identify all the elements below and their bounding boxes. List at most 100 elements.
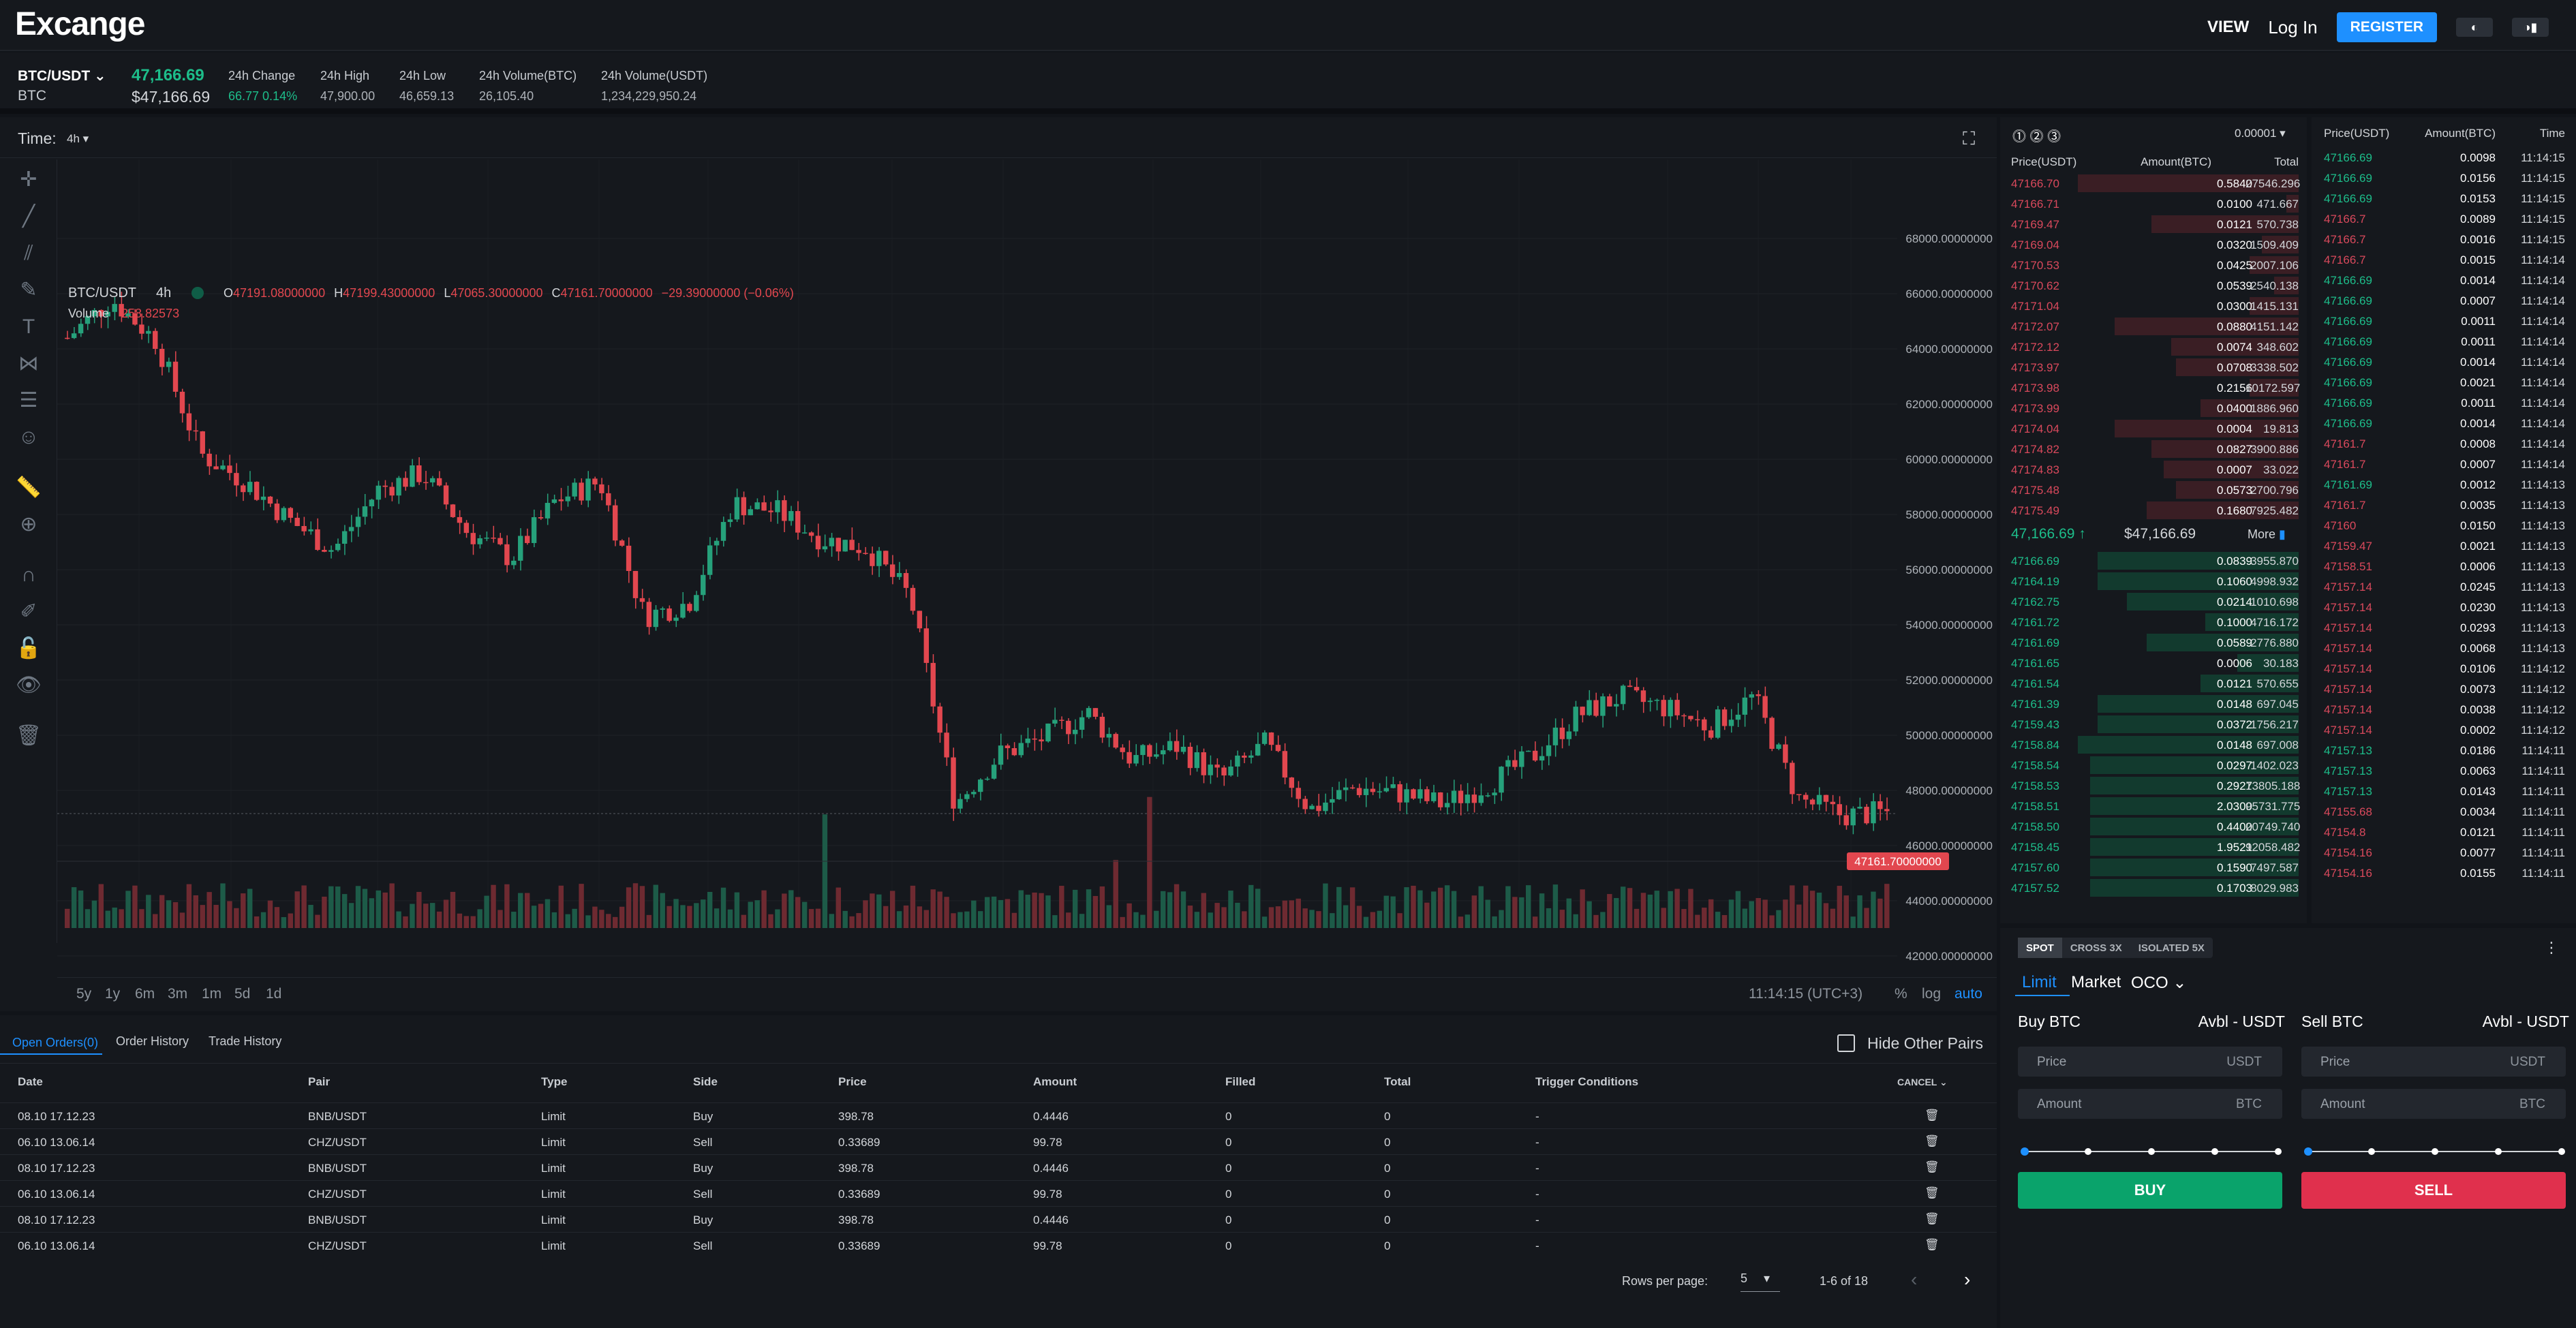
bid-row[interactable]: 47157.52 0.1703 8029.983: [2000, 878, 2307, 898]
range-3m[interactable]: 3m: [168, 986, 187, 1002]
sell-amount-input[interactable]: Amount BTC: [2301, 1089, 2566, 1119]
range-1y[interactable]: 1y: [105, 986, 120, 1002]
ask-row[interactable]: 47166.71 0.0100 471.667: [2000, 194, 2307, 214]
tab-spot[interactable]: SPOT: [2018, 938, 2062, 958]
rows-per-page-select[interactable]: 5 ▾: [1741, 1271, 1780, 1292]
ask-row[interactable]: 47174.82 0.0827 3900.886: [2000, 439, 2307, 459]
toggle-icon[interactable]: ◑▮: [2512, 18, 2549, 37]
pattern-icon[interactable]: ⋈: [15, 350, 42, 377]
eye-icon[interactable]: 👁: [15, 672, 42, 699]
bid-row[interactable]: 47157.60 0.1590 7497.587: [2000, 857, 2307, 878]
percent-toggle[interactable]: %: [1895, 986, 1907, 1002]
buy-button[interactable]: BUY: [2018, 1172, 2282, 1209]
range-6m[interactable]: 6m: [135, 986, 155, 1002]
hide-pairs-checkbox[interactable]: [1837, 1034, 1855, 1052]
pitchfork-icon[interactable]: ⫽: [15, 240, 42, 267]
bid-row[interactable]: 47158.50 0.4400 20749.740: [2000, 816, 2307, 837]
prev-page-icon[interactable]: ‹: [1911, 1269, 1917, 1291]
ask-row[interactable]: 47175.48 0.0573 2700.796: [2000, 480, 2307, 500]
tab-order-history[interactable]: Order History: [116, 1034, 189, 1049]
more-vert-icon[interactable]: ⋮: [2544, 939, 2559, 957]
trash-icon[interactable]: 🗑: [1925, 1238, 1939, 1252]
sell-slider[interactable]: [2304, 1147, 2566, 1156]
buy-amount-input[interactable]: Amount BTC: [2018, 1089, 2282, 1119]
ask-row[interactable]: 47169.04 0.0320 1509.409: [2000, 234, 2307, 255]
view-menu[interactable]: VIEW: [2207, 18, 2249, 37]
bid-row[interactable]: 47158.51 2.0300 95731.775: [2000, 796, 2307, 816]
more-button[interactable]: More ▮: [2248, 527, 2286, 542]
trash-icon[interactable]: 🗑: [15, 722, 42, 750]
bid-row[interactable]: 47164.19 0.1060 4998.932: [2000, 571, 2307, 591]
emoji-icon[interactable]: ☺: [15, 424, 42, 451]
ask-row[interactable]: 47175.49 0.1680 7925.482: [2000, 500, 2307, 521]
trash-icon[interactable]: 🗑: [1925, 1134, 1939, 1148]
trash-icon[interactable]: 🗑: [1925, 1212, 1939, 1226]
crosshair-icon[interactable]: ✛: [15, 166, 42, 194]
ask-row[interactable]: 47172.07 0.0880 4151.142: [2000, 316, 2307, 337]
bid-row[interactable]: 47161.69 0.0589 2776.880: [2000, 632, 2307, 653]
text-icon[interactable]: T: [15, 313, 42, 341]
trash-icon[interactable]: 🗑: [1925, 1160, 1939, 1174]
interval-selector[interactable]: 4h ▾: [67, 132, 89, 146]
trendline-icon[interactable]: ╱: [15, 203, 42, 230]
precision-selector[interactable]: 0.00001 ▾: [2235, 127, 2286, 140]
range-1m[interactable]: 1m: [202, 986, 221, 1002]
bid-row[interactable]: 47158.54 0.0297 1402.023: [2000, 755, 2307, 775]
ordertype-limit[interactable]: Limit: [2022, 973, 2057, 992]
tab-open-orders[interactable]: Open Orders(0): [0, 1029, 102, 1055]
bid-row[interactable]: 47158.53 0.2927 13805.188: [2000, 775, 2307, 796]
bid-row[interactable]: 47162.75 0.0214 1010.698: [2000, 591, 2307, 612]
range-5d[interactable]: 5d: [234, 986, 250, 1002]
buy-price-input[interactable]: Price USDT: [2018, 1047, 2282, 1077]
bid-row[interactable]: 47166.69 0.0839 3955.870: [2000, 551, 2307, 571]
auto-toggle[interactable]: auto: [1954, 986, 1982, 1002]
log-toggle[interactable]: log: [1922, 986, 1941, 1002]
bid-row[interactable]: 47161.72 0.1000 4716.172: [2000, 612, 2307, 632]
ask-row[interactable]: 47166.70 0.5840 27546.296: [2000, 173, 2307, 194]
tab-isolated[interactable]: ISOLATED 5X: [2130, 938, 2213, 958]
bid-row[interactable]: 47161.39 0.0148 697.045: [2000, 694, 2307, 714]
login-link[interactable]: Log In: [2268, 17, 2317, 38]
ask-row[interactable]: 47170.53 0.0425 2007.106: [2000, 255, 2307, 275]
cancel-all-dropdown[interactable]: CANCEL ⌄: [1897, 1077, 1948, 1088]
bid-row[interactable]: 47158.45 1.9521 92058.482: [2000, 837, 2307, 857]
zoom-in-icon[interactable]: ⊕: [15, 511, 42, 538]
ruler-icon[interactable]: 📏: [15, 474, 42, 501]
ask-row[interactable]: 47173.97 0.0708 3338.502: [2000, 357, 2307, 377]
logo[interactable]: Excange: [15, 5, 145, 43]
bid-row[interactable]: 47159.43 0.0372 1756.217: [2000, 714, 2307, 735]
contrast-icon[interactable]: ◐: [2456, 18, 2493, 37]
trash-icon[interactable]: 🗑: [1925, 1186, 1939, 1200]
brush-icon[interactable]: ✎: [15, 277, 42, 304]
next-page-icon[interactable]: ›: [1964, 1269, 1970, 1291]
bid-row[interactable]: 47161.54 0.0121 570.655: [2000, 673, 2307, 694]
ask-row[interactable]: 47173.99 0.0400 1886.960: [2000, 398, 2307, 418]
range-5y[interactable]: 5y: [76, 986, 91, 1002]
ask-row[interactable]: 47170.62 0.0539 2540.138: [2000, 275, 2307, 296]
tab-trade-history[interactable]: Trade History: [209, 1034, 281, 1049]
bid-row[interactable]: 47158.84 0.0148 697.008: [2000, 735, 2307, 755]
magnet-icon[interactable]: ∩: [15, 561, 42, 589]
trash-icon[interactable]: 🗑: [1925, 1109, 1939, 1122]
ask-row[interactable]: 47171.04 0.0300 1415.131: [2000, 296, 2307, 316]
buy-slider[interactable]: [2021, 1147, 2282, 1156]
ask-row[interactable]: 47174.04 0.0004 19.813: [2000, 418, 2307, 439]
ordertype-oco[interactable]: OCO ⌄: [2131, 973, 2186, 993]
register-button[interactable]: REGISTER: [2336, 12, 2437, 42]
range-1d[interactable]: 1d: [266, 986, 281, 1002]
lock-icon[interactable]: 🔓: [15, 635, 42, 662]
lock-drawing-icon[interactable]: ✐: [15, 598, 42, 626]
sell-button[interactable]: SELL: [2301, 1172, 2566, 1209]
sell-price-input[interactable]: Price USDT: [2301, 1047, 2566, 1077]
ask-row[interactable]: 47173.98 0.2156 10172.597: [2000, 377, 2307, 398]
ordertype-market[interactable]: Market: [2071, 973, 2121, 992]
pair-selector[interactable]: BTC/USDT ⌄: [18, 67, 106, 84]
fullscreen-icon[interactable]: ⛶: [1963, 128, 1975, 150]
ask-row[interactable]: 47169.47 0.0121 570.738: [2000, 214, 2307, 234]
bid-row[interactable]: 47161.65 0.0006 30.183: [2000, 653, 2307, 673]
book-view-icons[interactable]: ⓵ ⓶ ⓷: [2012, 125, 2061, 145]
ask-row[interactable]: 47172.12 0.0074 348.602: [2000, 337, 2307, 357]
tab-cross[interactable]: CROSS 3X: [2062, 938, 2130, 958]
candlestick-chart[interactable]: 68000.00000000 66000.00000000 64000.000000…: [57, 159, 1997, 977]
ask-row[interactable]: 47174.83 0.0007 33.022: [2000, 459, 2307, 480]
